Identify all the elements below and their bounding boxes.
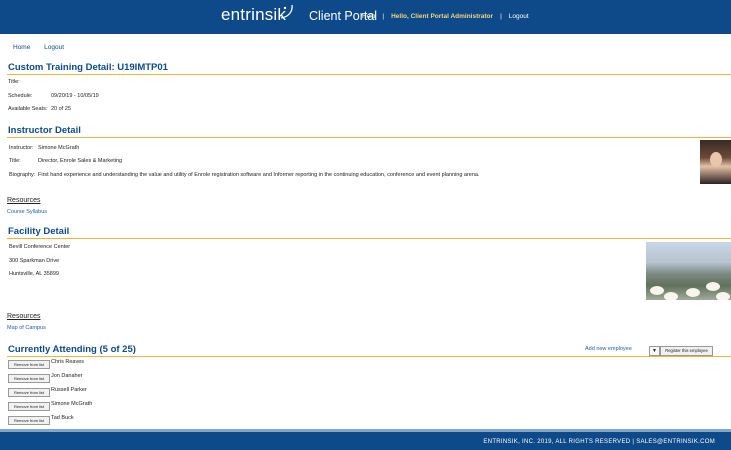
logout-link[interactable]: Logout [44, 44, 64, 51]
course-syllabus-link[interactable]: Course Syllabus [7, 209, 47, 215]
facility-photo [646, 242, 731, 300]
hello-label: Hello, [391, 13, 409, 20]
attendee-name: Russell Parker [51, 387, 87, 393]
footer-text: ENTRINSIK, INC. 2019, ALL RIGHTS RESERVE… [483, 439, 715, 445]
remove-button[interactable]: Remove from list [8, 402, 50, 411]
logo-swoosh-icon [280, 4, 293, 19]
schedule-label: Schedule: [8, 93, 33, 99]
facility-header: Facility Detail [8, 226, 70, 237]
instructor-name: Simone McGrath [38, 145, 80, 151]
seats-label: Available Seats: [8, 106, 48, 112]
resources-title: Resources [7, 197, 41, 204]
training-header: Custom Training Detail: U19IMTP01 [8, 62, 168, 73]
schedule-value: 09/20/19 - 10/05/19 [51, 93, 99, 99]
separator: | [500, 13, 502, 20]
top-nav: Help | Hello, Client Portal Administrator |… [362, 13, 529, 20]
main-nav: Home Logout [13, 44, 76, 51]
user-name-link[interactable]: Client Portal Administrator [411, 13, 493, 20]
add-new-employee-link[interactable]: Add new employee [585, 346, 632, 352]
separator: | [382, 13, 385, 20]
employee-dropdown[interactable]: ▼ [649, 346, 660, 356]
divider [7, 137, 731, 138]
remove-button[interactable]: Remove from list [8, 360, 50, 369]
divider [7, 238, 731, 239]
attendee-name: Jon Danaher [51, 373, 83, 379]
map-of-campus-link[interactable]: Map of Campus [7, 325, 46, 331]
instructor-title-label: Title: [9, 158, 21, 164]
instructor-header: Instructor Detail [8, 125, 81, 136]
resources-title: Resources [7, 313, 41, 320]
attendee-name: Tad Buck [51, 415, 74, 421]
divider [7, 356, 731, 357]
logout-top-link[interactable]: Logout [509, 13, 529, 20]
divider [7, 74, 731, 75]
instructor-title: Director, Enrole Sales & Marketing [38, 158, 123, 164]
home-link[interactable]: Home [13, 44, 30, 51]
attendee-name: Chris Reaves [51, 359, 85, 365]
title-label: Title: [8, 79, 20, 85]
attendee-name: Simone McGrath [51, 401, 93, 407]
instructor-photo [700, 140, 731, 184]
biography-label: Biography: [9, 172, 36, 178]
facility-name: Bevill Conference Center [9, 244, 71, 250]
remove-button[interactable]: Remove from list [8, 374, 50, 383]
biography-text: First hand experience and understanding … [38, 172, 480, 178]
remove-button[interactable]: Remove from list [8, 388, 50, 397]
register-employee-button[interactable]: Register this employee [660, 346, 713, 356]
instructor-label: Instructor: [9, 145, 34, 151]
attending-header: Currently Attending (5 of 25) [8, 344, 136, 355]
remove-button[interactable]: Remove from list [8, 416, 50, 425]
logo-text: entrinsik [221, 5, 287, 24]
help-link[interactable]: Help [362, 13, 375, 20]
facility-street: 300 Sparkman Drive [9, 258, 60, 264]
seats-value: 20 of 25 [51, 106, 71, 112]
facility-city: Huntsville, AL 35899 [9, 271, 59, 277]
